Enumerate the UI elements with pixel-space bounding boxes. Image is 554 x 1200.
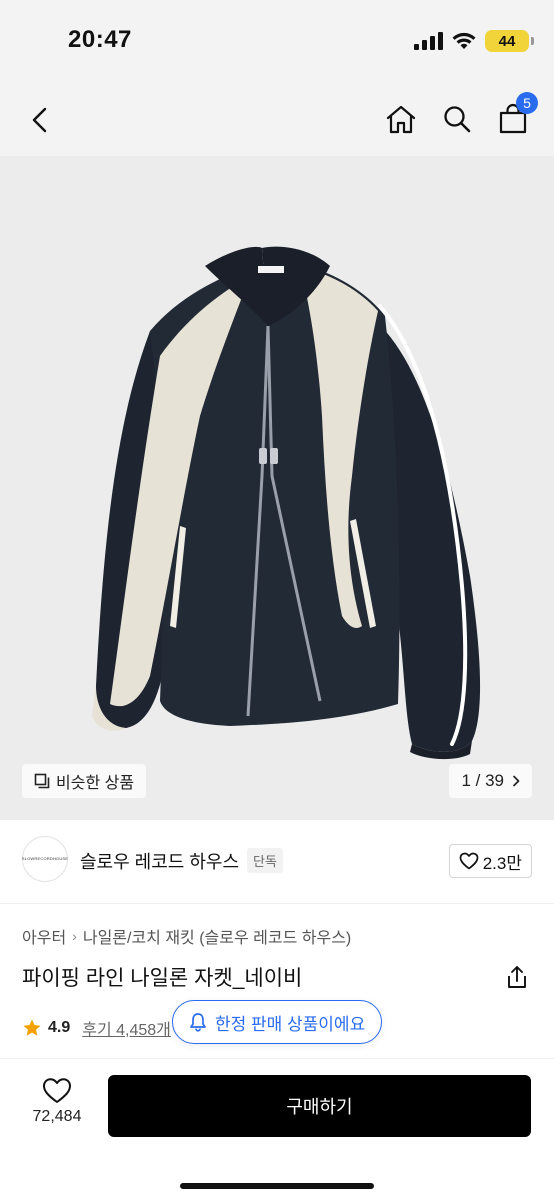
brand-logo[interactable]: SLOWRECORDHOUSE xyxy=(22,836,68,882)
jacket-photo xyxy=(0,156,554,820)
breadcrumb-root[interactable]: 아우터 xyxy=(22,924,66,948)
exclusive-tag: 단독 xyxy=(247,848,283,873)
rating-value: 4.9 xyxy=(48,1019,71,1036)
limited-sale-toast: 한정 판매 상품이에요 xyxy=(172,1000,383,1044)
search-icon xyxy=(444,106,471,133)
home-icon xyxy=(386,105,416,134)
bell-icon xyxy=(190,1013,206,1032)
breadcrumb: 아우터 › 나일론/코치 재킷 (슬로우 레코드 하우스) xyxy=(22,924,351,948)
wishlist-button[interactable]: 72,484 xyxy=(22,1077,92,1126)
cart-button[interactable]: 5 xyxy=(496,92,538,136)
similar-products-label: 비슷한 상품 xyxy=(56,775,135,792)
home-button[interactable] xyxy=(384,102,418,136)
heart-icon xyxy=(43,1078,71,1103)
star-icon xyxy=(23,1019,41,1036)
home-indicator xyxy=(180,1183,374,1189)
wifi-icon xyxy=(452,32,476,49)
cart-count-badge: 5 xyxy=(516,92,538,114)
image-page-counter[interactable]: 1 / 39 xyxy=(449,764,532,798)
cellular-signal-icon xyxy=(414,32,443,50)
rating-row: 4.9 후기 4,458개 xyxy=(22,1016,171,1040)
bottom-action-bar: 72,484 구매하기 xyxy=(0,1058,554,1200)
chevron-right-icon xyxy=(513,775,520,787)
share-button[interactable] xyxy=(504,964,530,990)
search-button[interactable] xyxy=(440,102,474,136)
review-count-link[interactable]: 후기 4,458개 xyxy=(82,1016,171,1040)
page-counter-text: 1 / 39 xyxy=(461,771,504,790)
wishlist-count: 72,484 xyxy=(32,1108,82,1125)
chevron-left-icon xyxy=(32,107,47,133)
back-button[interactable] xyxy=(24,104,56,136)
brand-name[interactable]: 슬로우 레코드 하우스 xyxy=(80,848,239,874)
brand-like-count: 2.3만 xyxy=(482,853,522,873)
product-title: 파이핑 라인 나일론 자켓_네이비 xyxy=(22,967,303,990)
brand-row: SLOWRECORDHOUSE 슬로우 레코드 하우스 단독 2.3만 xyxy=(0,820,554,904)
status-bar: 20:47 44 xyxy=(0,0,554,84)
buy-button[interactable]: 구매하기 xyxy=(108,1075,531,1137)
share-icon xyxy=(508,966,526,988)
brand-logo-text: SLOWRECORDHOUSE xyxy=(21,855,69,861)
toast-message: 한정 판매 상품이에요 xyxy=(215,1014,366,1034)
similar-products-button[interactable]: 비슷한 상품 xyxy=(22,764,147,798)
status-icons: 44 xyxy=(414,30,534,52)
nav-actions: 5 xyxy=(384,92,538,136)
battery-indicator: 44 xyxy=(485,30,529,52)
product-image-gallery[interactable]: 비슷한 상품 1 / 39 xyxy=(0,156,554,820)
chevron-right-icon: › xyxy=(72,928,77,944)
heart-icon xyxy=(459,852,479,870)
breadcrumb-category[interactable]: 나일론/코치 재킷 (슬로우 레코드 하우스) xyxy=(83,924,351,948)
status-time: 20:47 xyxy=(68,26,132,53)
battery-cap xyxy=(531,37,534,45)
similar-items-icon xyxy=(34,773,50,789)
brand-like-button[interactable]: 2.3만 xyxy=(448,844,532,878)
top-nav-bar: 5 xyxy=(0,84,554,156)
